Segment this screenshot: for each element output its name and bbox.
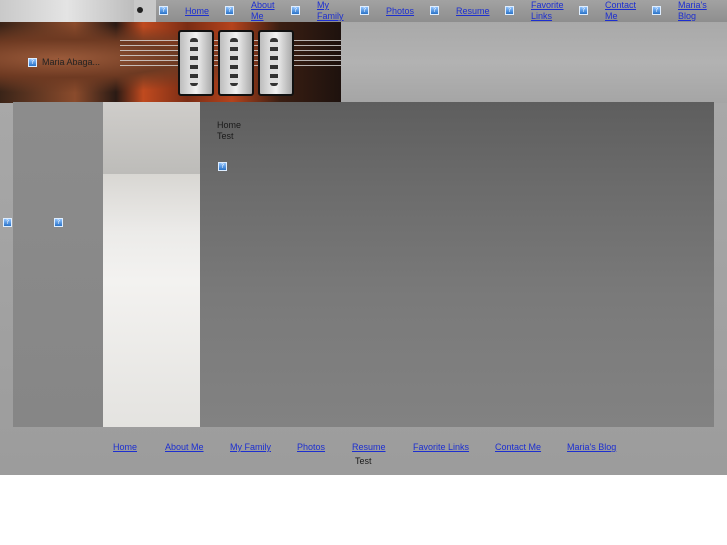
footer-link-resume[interactable]: Resume — [352, 442, 386, 452]
broken-image-icon: ? — [54, 218, 63, 227]
broken-image-icon: ? — [3, 218, 12, 227]
broken-image-icon: ? — [430, 6, 439, 15]
nav-link-marias-blog[interactable]: Maria's Blog — [678, 0, 712, 22]
footer-link-marias-blog[interactable]: Maria's Blog — [567, 442, 616, 452]
footer-link-home[interactable]: Home — [113, 442, 137, 452]
broken-image-icon: ? — [218, 162, 227, 171]
guitar-pickup — [218, 30, 254, 96]
broken-image-icon: ? — [652, 6, 661, 15]
nav-dot-icon — [137, 7, 143, 13]
broken-image-icon: ? — [28, 58, 37, 67]
footer-link-contact-me[interactable]: Contact Me — [495, 442, 541, 452]
middle-column-shade — [103, 102, 200, 174]
site-title: Maria Abaga... — [42, 57, 101, 67]
broken-image-icon: ? — [225, 6, 234, 15]
top-nav: ? Home ? About Me ? My Family ? Photos ?… — [0, 0, 727, 22]
header-strip — [341, 22, 727, 103]
guitar-pickup — [258, 30, 294, 96]
nav-link-favorite-links[interactable]: Favorite Links — [531, 0, 565, 22]
nav-link-my-family[interactable]: My Family — [317, 0, 351, 22]
footer-text: Test — [355, 456, 372, 466]
broken-image-icon: ? — [291, 6, 300, 15]
broken-image-icon: ? — [360, 6, 369, 15]
nav-link-about-me[interactable]: About Me — [251, 0, 285, 22]
footer-link-about-me[interactable]: About Me — [165, 442, 204, 452]
nav-link-photos[interactable]: Photos — [386, 6, 420, 17]
page-text: Test — [217, 131, 234, 141]
broken-image-icon: ? — [505, 6, 514, 15]
nav-link-contact-me[interactable]: Contact Me — [605, 0, 639, 22]
footer-link-photos[interactable]: Photos — [297, 442, 325, 452]
nav-decoration — [0, 0, 134, 22]
nav-link-home[interactable]: Home — [185, 6, 219, 17]
left-column — [13, 102, 103, 427]
footer-link-my-family[interactable]: My Family — [230, 442, 271, 452]
page-heading: Home — [217, 120, 242, 130]
footer-link-favorite-links[interactable]: Favorite Links — [413, 442, 469, 452]
header-banner-image: ? Maria Abaga... — [0, 22, 341, 103]
broken-image-icon: ? — [159, 6, 168, 15]
nav-link-resume[interactable]: Resume — [456, 6, 490, 17]
guitar-pickup — [178, 30, 214, 96]
broken-image-icon: ? — [579, 6, 588, 15]
content-area — [200, 102, 714, 427]
